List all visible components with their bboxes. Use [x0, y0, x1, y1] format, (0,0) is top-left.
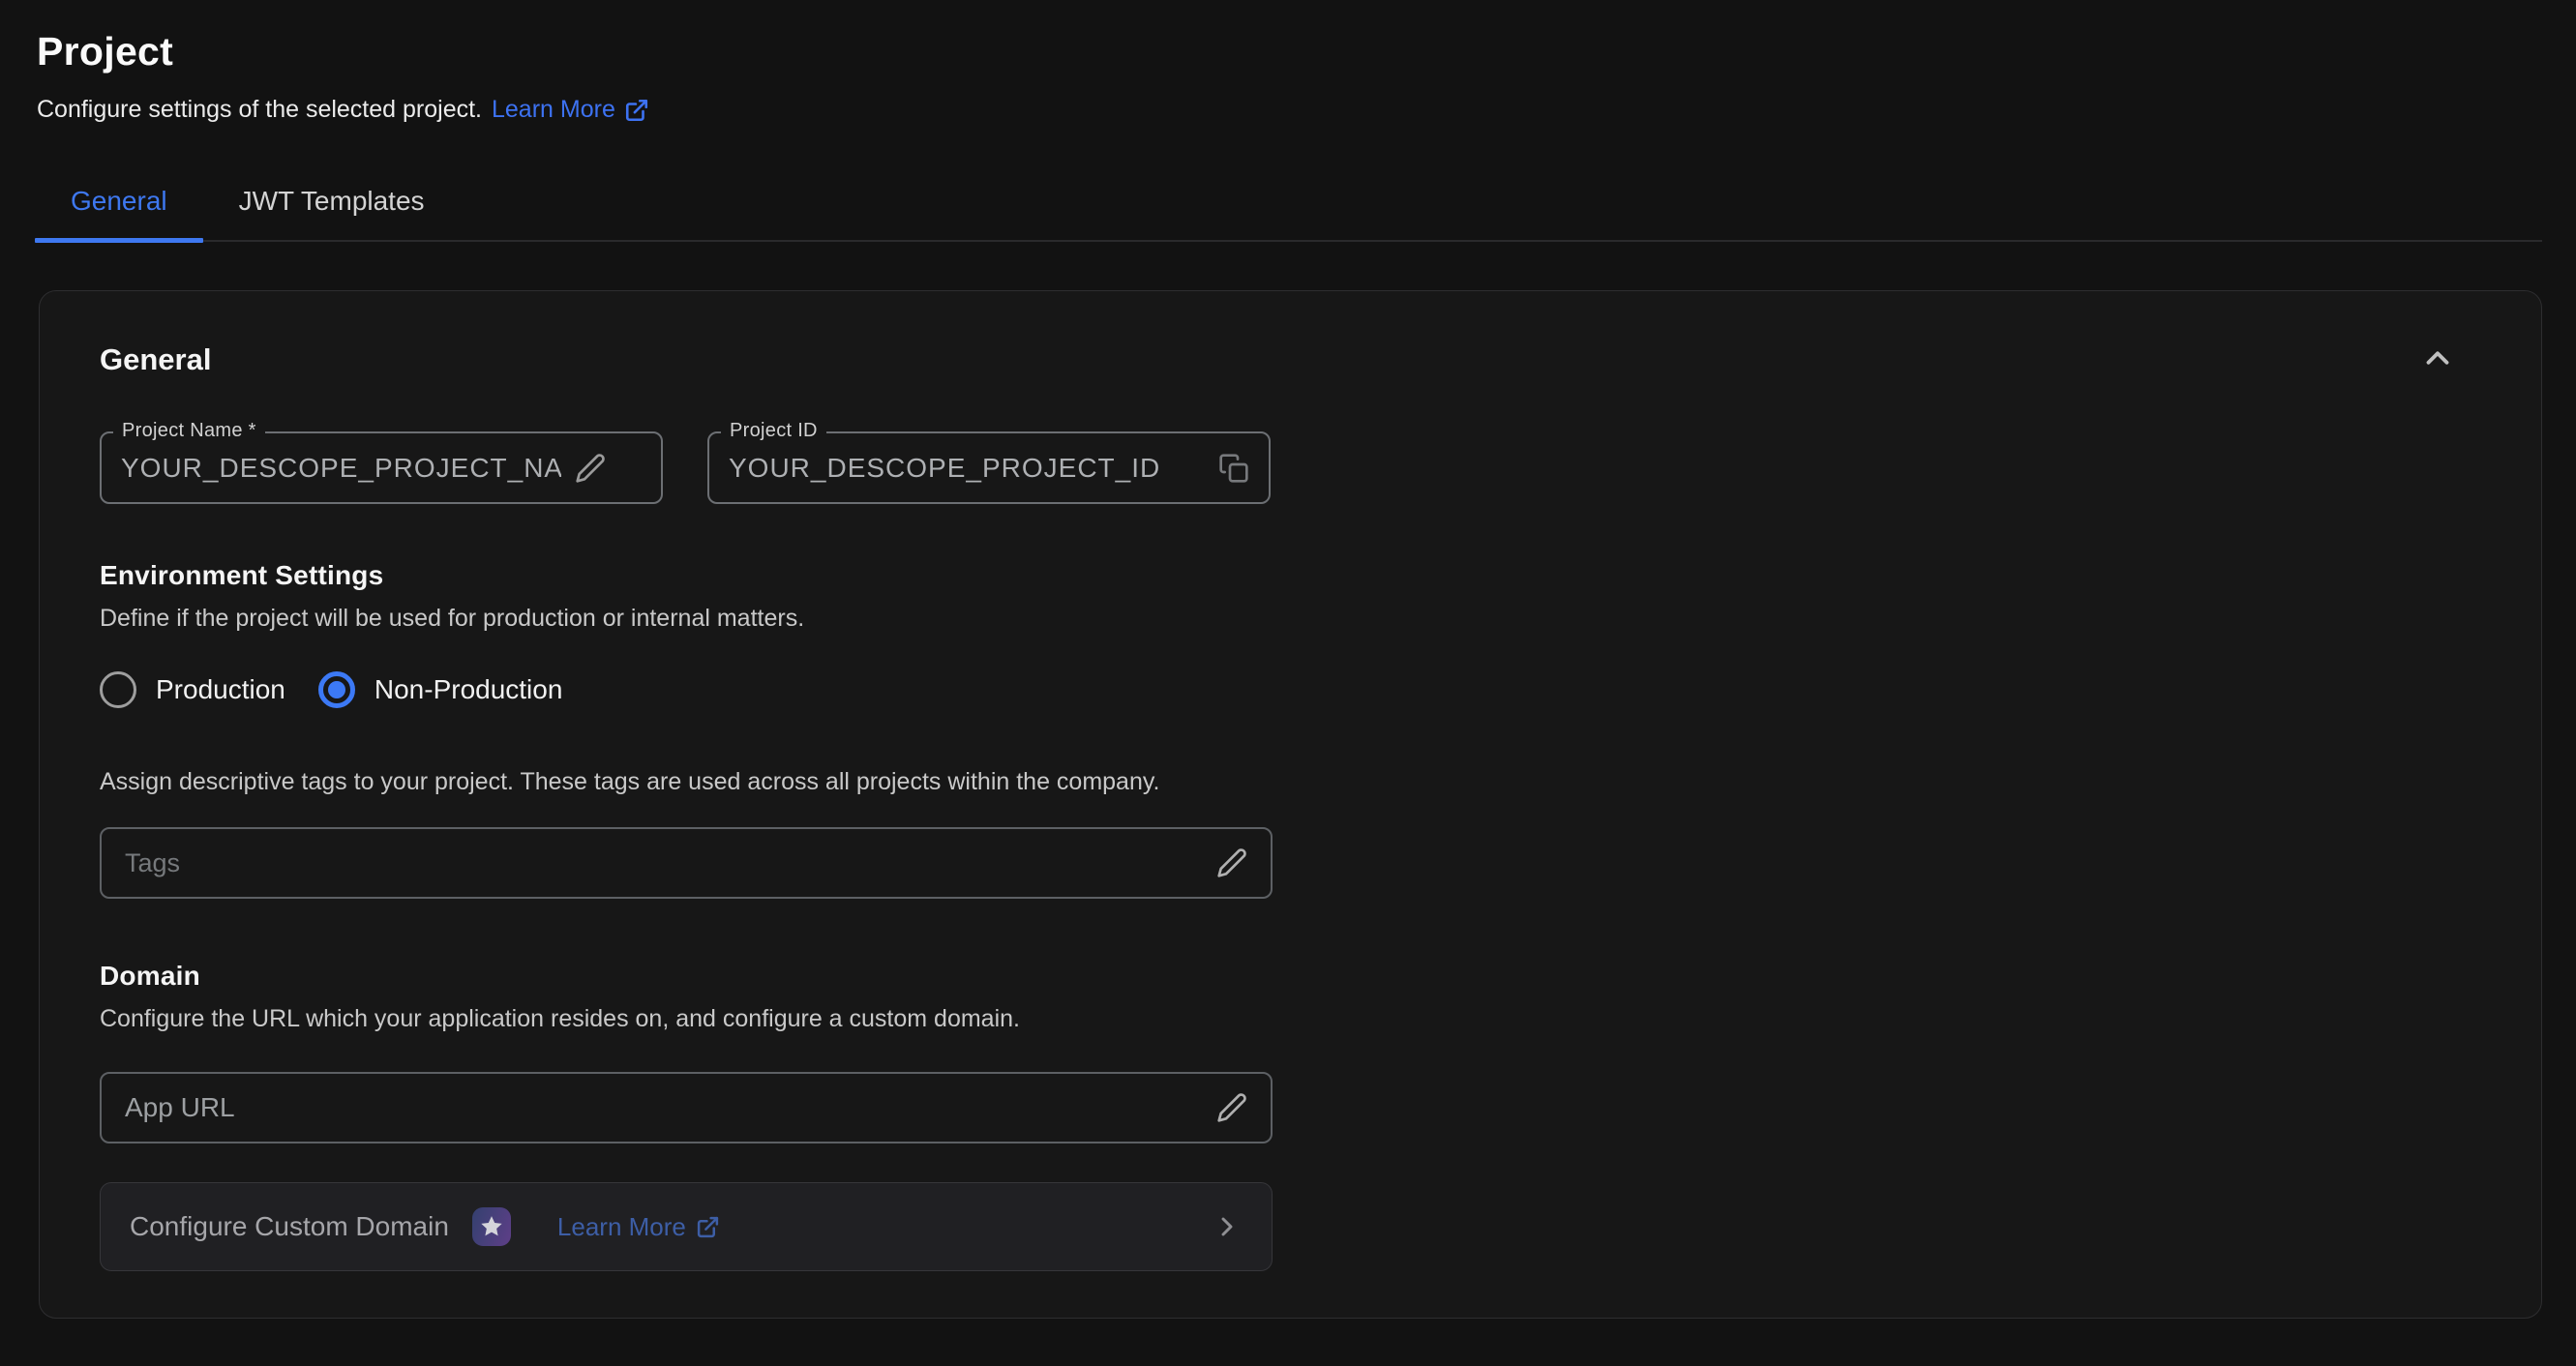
configure-custom-domain-label: Configure Custom Domain	[130, 1211, 449, 1242]
tags-input[interactable]	[125, 848, 1203, 878]
configure-custom-domain-row[interactable]: Configure Custom Domain Learn More	[100, 1182, 1273, 1271]
domain-heading: Domain	[100, 961, 2481, 992]
external-link-icon	[624, 98, 649, 123]
project-name-field[interactable]: Project Name * YOUR_DESCOPE_PROJECT_NAME	[100, 431, 663, 504]
page-subtitle: Configure settings of the selected proje…	[37, 96, 2542, 124]
project-name-value: YOUR_DESCOPE_PROJECT_NAME	[121, 453, 561, 484]
project-id-value: YOUR_DESCOPE_PROJECT_ID	[729, 453, 1205, 484]
edit-pencil-icon[interactable]	[1216, 847, 1247, 878]
radio-production-label: Production	[156, 674, 285, 705]
premium-star-icon	[472, 1207, 511, 1246]
environment-settings-description: Define if the project will be used for p…	[100, 605, 2481, 633]
custom-domain-learn-more-label: Learn More	[557, 1212, 686, 1242]
tags-input-wrapper	[100, 827, 1273, 899]
external-link-icon	[696, 1215, 720, 1239]
radio-non-production-label: Non-Production	[374, 674, 563, 705]
general-settings-card: General Project Name * YOUR_DESCOPE_PROJ…	[39, 290, 2542, 1319]
page-title: Project	[37, 29, 2542, 74]
tags-description: Assign descriptive tags to your project.…	[100, 768, 2481, 796]
copy-icon[interactable]	[1218, 453, 1249, 484]
app-url-input[interactable]	[125, 1093, 1203, 1123]
project-name-label: Project Name *	[113, 420, 265, 442]
tab-general[interactable]: General	[35, 168, 203, 240]
card-header: General	[100, 336, 2481, 383]
chevron-up-icon	[2419, 365, 2456, 379]
environment-settings-heading: Environment Settings	[100, 560, 2481, 591]
radio-selected-icon[interactable]	[318, 671, 355, 708]
chevron-right-icon	[1212, 1211, 1243, 1242]
custom-domain-learn-more-link[interactable]: Learn More	[557, 1212, 720, 1242]
environment-radio-group: Production Non-Production	[100, 671, 2481, 708]
card-title: General	[100, 342, 211, 377]
radio-unselected-icon[interactable]	[100, 671, 136, 708]
edit-pencil-icon[interactable]	[1216, 1092, 1247, 1123]
project-id-field: Project ID YOUR_DESCOPE_PROJECT_ID	[707, 431, 1271, 504]
edit-pencil-icon[interactable]	[575, 453, 606, 484]
project-settings-page: Project Configure settings of the select…	[0, 0, 2576, 1319]
radio-option-non-production[interactable]: Non-Production	[318, 671, 563, 708]
header-learn-more-label: Learn More	[492, 96, 615, 124]
project-identity-fields: Project Name * YOUR_DESCOPE_PROJECT_NAME…	[100, 431, 2481, 504]
domain-description: Configure the URL which your application…	[100, 1005, 2481, 1033]
radio-dot	[328, 681, 345, 698]
app-url-input-wrapper	[100, 1072, 1273, 1143]
collapse-section-button[interactable]	[2415, 336, 2460, 383]
radio-option-production[interactable]: Production	[100, 671, 285, 708]
tab-jwt-templates[interactable]: JWT Templates	[203, 168, 461, 240]
project-id-label: Project ID	[721, 420, 826, 442]
tab-bar: General JWT Templates	[35, 168, 2542, 242]
page-subtitle-text: Configure settings of the selected proje…	[37, 96, 482, 124]
header-learn-more-link[interactable]: Learn More	[492, 96, 649, 124]
